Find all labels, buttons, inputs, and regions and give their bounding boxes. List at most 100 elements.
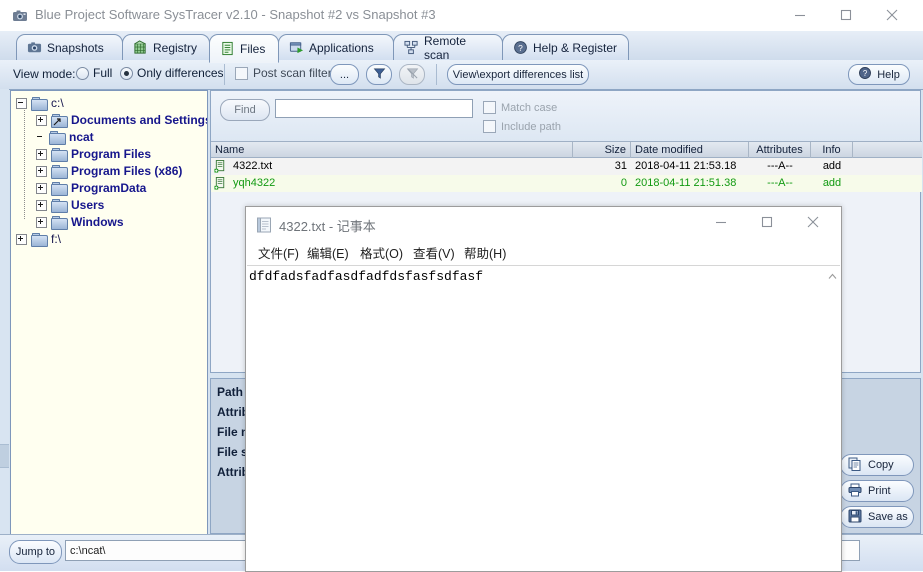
- svg-text:?: ?: [518, 43, 523, 53]
- apply-filter-button[interactable]: [366, 64, 392, 85]
- collapse-expander-icon[interactable]: [16, 97, 27, 109]
- network-icon: [404, 40, 419, 55]
- detail-label-file-name: File n: [217, 425, 249, 439]
- scroll-up-arrow-icon[interactable]: [828, 269, 837, 283]
- find-button[interactable]: Find: [220, 99, 270, 121]
- tree-node-program-files[interactable]: Program Files: [36, 146, 151, 162]
- expand-expander-icon[interactable]: [36, 165, 47, 177]
- print-button[interactable]: Print: [840, 480, 914, 502]
- tree-node-program-files-x86[interactable]: Program Files (x86): [36, 163, 182, 179]
- filter-options-button[interactable]: ...: [330, 64, 359, 85]
- include-path-checkbox[interactable]: Include path: [483, 120, 561, 133]
- window-maximize-button[interactable]: [823, 0, 869, 30]
- tab-applications[interactable]: Applications: [278, 34, 394, 60]
- tab-registry[interactable]: Registry: [122, 34, 210, 60]
- expand-expander-icon[interactable]: [36, 148, 47, 160]
- notepad-close-button[interactable]: [790, 207, 836, 237]
- files-icon: [220, 41, 235, 56]
- column-header-name[interactable]: Name: [211, 142, 573, 158]
- notepad-text-area[interactable]: dfdfadsfadfasdfadfdsfasfsdfasf: [247, 265, 840, 571]
- expand-expander-icon[interactable]: [36, 114, 47, 126]
- column-header-info[interactable]: Info: [811, 142, 853, 158]
- column-header-attributes[interactable]: Attributes: [749, 142, 811, 158]
- expand-expander-icon[interactable]: [36, 216, 47, 228]
- tree-node-c-drive[interactable]: c:\: [16, 95, 64, 111]
- tree-node-users[interactable]: Users: [36, 197, 104, 213]
- window-close-button[interactable]: [869, 0, 915, 30]
- save-as-button[interactable]: Save as: [840, 506, 914, 528]
- checkbox-icon: [235, 66, 248, 80]
- tree-node-label: ProgramData: [71, 181, 147, 195]
- radio-full[interactable]: Full: [76, 66, 112, 80]
- detail-label-file-size: File s: [217, 445, 248, 459]
- cell-date: 2018-04-11 21:53.18: [635, 160, 737, 172]
- post-scan-filter-checkbox[interactable]: Post scan filter: [235, 66, 332, 80]
- folder-icon: [51, 164, 68, 179]
- registry-icon: [133, 40, 148, 55]
- tab-files[interactable]: Files: [209, 34, 279, 63]
- notepad-scrollbar[interactable]: [825, 266, 840, 571]
- tree-node-label: Documents and Settings: [71, 113, 208, 127]
- view-export-differences-button[interactable]: View\export differences list: [447, 64, 589, 85]
- left-splitter[interactable]: [0, 89, 9, 570]
- printer-icon: [848, 483, 862, 500]
- tree-connector: [24, 107, 25, 219]
- menu-help[interactable]: 帮助(H): [460, 245, 510, 263]
- cell-name: 4322.txt: [233, 160, 273, 172]
- help-globe-icon: ?: [858, 66, 872, 83]
- folder-icon: [31, 96, 48, 111]
- help-icon: ?: [513, 40, 528, 55]
- tree-node-f-drive[interactable]: f:\: [16, 231, 61, 247]
- clear-funnel-icon: [406, 67, 419, 83]
- tab-remote-scan[interactable]: Remote scan: [393, 33, 503, 62]
- tree-node-programdata[interactable]: ProgramData: [36, 180, 146, 196]
- copy-icon: [848, 457, 862, 474]
- help-button[interactable]: ? Help: [848, 64, 910, 85]
- tab-label: Help & Register: [533, 40, 618, 55]
- tree-node-ncat[interactable]: ncat: [36, 129, 94, 145]
- cell-info: add: [822, 160, 842, 172]
- tree-node-documents-and-settings[interactable]: Documents and Settings: [36, 112, 208, 128]
- tree-node-label: Users: [71, 198, 105, 212]
- menu-format[interactable]: 格式(O): [356, 245, 407, 263]
- table-row[interactable]: yqh4322 0 2018-04-11 21:51.38 ---A-- add: [211, 175, 922, 192]
- notepad-maximize-button[interactable]: [744, 207, 790, 237]
- splitter-grip[interactable]: [0, 444, 9, 468]
- match-case-checkbox[interactable]: Match case: [483, 101, 557, 114]
- notepad-text-content: dfdfadsfadfasdfadfdsfasfsdfasf: [249, 269, 484, 284]
- find-input[interactable]: [275, 99, 473, 118]
- tab-label: Remote scan: [424, 33, 467, 62]
- find-bar: Find Match case Include path: [211, 91, 920, 141]
- toolbar-divider: [224, 64, 225, 85]
- expand-expander-icon[interactable]: [36, 199, 47, 211]
- column-header-date[interactable]: Date modified: [631, 142, 749, 158]
- cell-name: yqh4322: [233, 177, 276, 189]
- folder-tree-panel[interactable]: c:\ Documents and Settings ncat Program …: [10, 90, 208, 536]
- expand-expander-icon[interactable]: [16, 233, 27, 245]
- clear-filter-button[interactable]: [399, 64, 425, 85]
- radio-only-differences[interactable]: Only differences: [120, 66, 224, 80]
- table-row[interactable]: 4322.txt 31 2018-04-11 21:53.18 ---A-- a…: [211, 158, 922, 175]
- jump-to-button[interactable]: Jump to: [9, 540, 62, 564]
- detail-label-path: Path: [217, 385, 244, 399]
- copy-button[interactable]: Copy: [840, 454, 914, 476]
- tab-help-register[interactable]: ? Help & Register: [502, 34, 629, 60]
- folder-icon: [51, 181, 68, 196]
- tab-snapshots[interactable]: Snapshots: [16, 34, 123, 60]
- tab-label: Snapshots: [47, 40, 104, 55]
- copy-label: Copy: [868, 459, 894, 471]
- notepad-window[interactable]: 4322.txt - 记事本 文件(F) 编辑(E) 格式(O) 查看(V) 帮…: [245, 206, 842, 572]
- tree-node-windows[interactable]: Windows: [36, 214, 124, 230]
- view-mode-label: View mode:: [13, 67, 76, 81]
- camera-icon: [27, 40, 42, 55]
- window-minimize-button[interactable]: [777, 0, 823, 30]
- expand-expander-icon[interactable]: [36, 182, 47, 194]
- menu-edit[interactable]: 编辑(E): [303, 245, 353, 263]
- column-header-size[interactable]: Size: [573, 142, 631, 158]
- tree-node-label: ncat: [69, 130, 94, 144]
- notepad-minimize-button[interactable]: [698, 207, 744, 237]
- menu-file[interactable]: 文件(F): [254, 245, 303, 263]
- menu-view[interactable]: 查看(V): [409, 245, 459, 263]
- radio-only-differences-label: Only differences: [137, 66, 224, 80]
- file-add-icon: [214, 177, 227, 190]
